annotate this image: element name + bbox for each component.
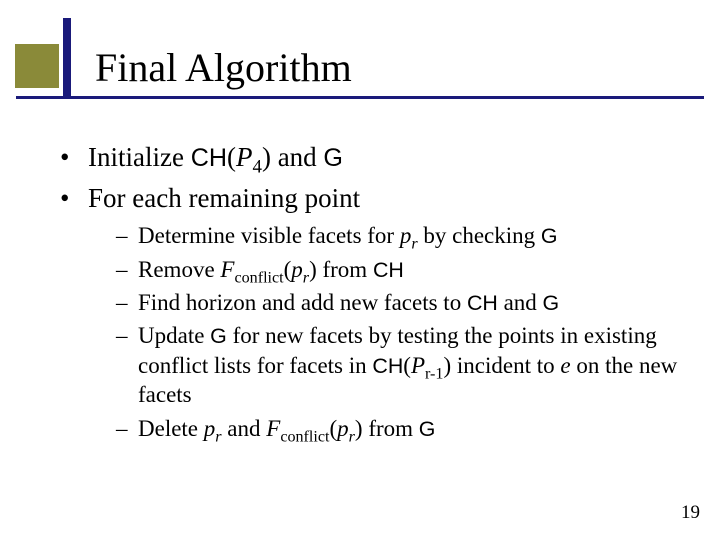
subitem-4: – Update G for new facets by testing the… [116,321,680,409]
bullet-1-text-a: Initialize [88,142,191,172]
dash-marker: – [116,221,128,250]
subitem-3-text-a: Find horizon and add new facets to [138,290,467,315]
subitem-1: – Determine visible facets for pr by che… [116,221,680,250]
slide-body: • Initialize CH(P4) and G • For each rem… [60,140,680,447]
subitem-1-text-a: Determine visible facets for [138,223,400,248]
subitem-5-sub-conflict: conflict [280,428,329,445]
subitem-5-var-p2: p [337,416,349,441]
subitem-2-sub-conflict: conflict [234,269,283,286]
subitem-1-code-g: G [541,224,558,248]
title-underline [16,96,704,99]
subitem-4-sub-rm1: r-1 [425,365,443,382]
subitem-5-var-f: F [266,416,280,441]
slide-title: Final Algorithm [95,46,352,90]
subitem-5-sub-r: r [215,428,221,445]
dash-marker: – [116,255,128,284]
subitem-5-text-b: and [227,416,266,441]
subitem-5-paren2-close: ) [355,416,363,441]
subitem-4-text-a: Update [138,323,210,348]
subitem-3-code-ch: CH [467,291,498,315]
subitem-4-code-g: G [210,324,227,348]
subitem-4-paren-close: ) [443,353,451,378]
bullet-1-var-p: P [236,142,253,172]
bullet-1: • Initialize CH(P4) and G [60,140,680,175]
subitem-1-text-b: by checking [423,223,541,248]
subitem-2: – Remove Fconflict(pr) from CH [116,255,680,284]
subitem-4-text-c: incident to [457,353,560,378]
subitem-3-code-g: G [543,291,560,315]
bullet-1-code-ch: CH [191,144,227,172]
bullet-1-code-g: G [323,144,343,172]
subitem-5-code-g: G [419,417,436,441]
bullet-2: • For each remaining point [60,181,680,216]
bullet-1-paren-close: ) [262,142,271,172]
dash-marker: – [116,288,128,317]
dash-marker: – [116,321,128,350]
bullet-2-text: For each remaining point [88,183,360,213]
subitem-3-text-b: and [504,290,543,315]
bullet-1-paren-open: ( [227,142,236,172]
page-number: 19 [681,502,700,524]
subitem-2-code-ch: CH [373,258,404,282]
subitem-2-text-b: from [322,257,372,282]
corner-bar-navy [63,18,71,96]
bullet-marker: • [60,181,69,216]
subitem-4-var-p: P [411,353,425,378]
sublist: – Determine visible facets for pr by che… [116,221,680,443]
subitem-5-paren2-open: ( [329,416,337,441]
subitem-1-sub-r: r [411,236,417,253]
subitem-5: – Delete pr and Fconflict(pr) from G [116,414,680,443]
subitem-4-var-e: e [560,353,570,378]
subitem-4-code-ch: CH [372,354,403,378]
corner-square-olive [15,44,59,88]
subitem-5-var-p: p [204,416,216,441]
subitem-4-paren-open: ( [403,353,411,378]
subitem-5-text-c: from [368,416,418,441]
subitem-2-var-p: p [291,257,303,282]
bullet-marker: • [60,140,69,175]
subitem-5-text-a: Delete [138,416,204,441]
subitem-1-var-p: p [400,223,412,248]
bullet-1-text-b: and [278,142,324,172]
subitem-2-var-f: F [220,257,234,282]
subitem-3: – Find horizon and add new facets to CH … [116,288,680,317]
subitem-2-paren-close: ) [309,257,317,282]
bullet-1-sub-4: 4 [252,156,261,177]
dash-marker: – [116,414,128,443]
subitem-2-text-a: Remove [138,257,220,282]
slide: Final Algorithm • Initialize CH(P4) and … [0,0,720,540]
